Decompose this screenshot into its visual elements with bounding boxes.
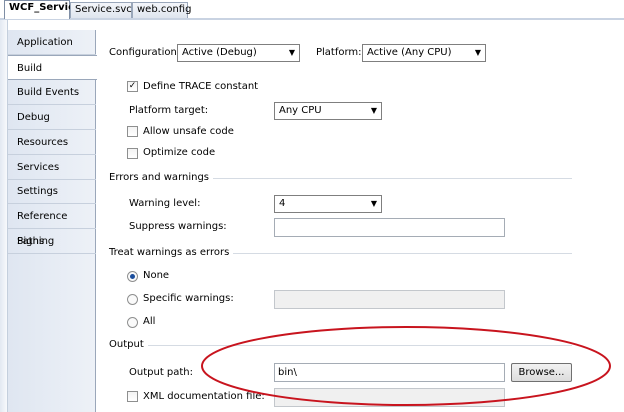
- doc-tab-wcf-service[interactable]: WCF_Service: [4, 0, 81, 19]
- side-tab-services[interactable]: Services: [8, 155, 96, 180]
- chevron-down-icon: ▼: [288, 48, 295, 57]
- section-divider: [109, 345, 572, 346]
- allow-unsafe-checkbox[interactable]: [127, 126, 138, 137]
- treat-warnings-heading: Treat warnings as errors: [109, 246, 234, 260]
- platform-label: Platform:: [316, 47, 362, 58]
- side-tab-build-events[interactable]: Build Events: [8, 80, 96, 105]
- specific-warnings-label: Specific warnings:: [143, 293, 234, 304]
- platform-value: Active (Any CPU): [367, 47, 452, 58]
- configuration-dropdown[interactable]: Active (Debug) ▼: [177, 44, 300, 62]
- output-path-label: Output path:: [129, 367, 194, 378]
- browse-button[interactable]: Browse...: [511, 363, 572, 382]
- suppress-warnings-input[interactable]: [274, 218, 505, 237]
- platform-dropdown[interactable]: Active (Any CPU) ▼: [362, 44, 486, 62]
- output-path-input[interactable]: bin\: [274, 363, 505, 382]
- side-tab-application[interactable]: Application: [8, 30, 96, 55]
- optimize-checkbox[interactable]: [127, 148, 138, 159]
- configuration-value: Active (Debug): [182, 47, 257, 58]
- none-radio-label: None: [143, 270, 170, 281]
- none-radio[interactable]: [127, 271, 138, 282]
- suppress-warnings-label: Suppress warnings:: [129, 221, 227, 232]
- specific-warnings-radio[interactable]: [127, 294, 138, 305]
- side-tab-settings[interactable]: Settings: [8, 179, 96, 204]
- define-trace-label: Define TRACE constant: [143, 81, 259, 92]
- errors-heading: Errors and warnings: [109, 171, 214, 185]
- warning-level-value: 4: [279, 198, 286, 209]
- specific-warnings-input[interactable]: [274, 290, 505, 309]
- xml-doc-checkbox[interactable]: [127, 391, 138, 402]
- side-tab-reference-paths[interactable]: Reference Paths: [8, 204, 96, 247]
- chevron-down-icon: ▼: [474, 48, 481, 57]
- build-settings-panel: Configuration: Active (Debug) ▼ Platform…: [97, 22, 624, 412]
- platform-target-value: Any CPU: [279, 105, 322, 116]
- side-tab-signing[interactable]: Signing: [8, 229, 96, 254]
- output-heading: Output: [109, 338, 148, 352]
- xml-doc-label: XML documentation file:: [143, 391, 265, 402]
- doc-tab-service-svc[interactable]: Service.svc*: [70, 2, 137, 18]
- side-tab-resources[interactable]: Resources: [8, 130, 96, 155]
- chevron-down-icon: ▼: [370, 106, 377, 115]
- configuration-label: Configuration:: [109, 47, 181, 58]
- frame-left-edge: [0, 20, 8, 412]
- xml-doc-input[interactable]: [274, 388, 505, 407]
- doc-tab-web-config[interactable]: web.config: [132, 2, 191, 18]
- all-radio[interactable]: [127, 317, 138, 328]
- all-radio-label: All: [143, 316, 156, 327]
- property-page-tabs: Application Build Build Events Debug Res…: [8, 30, 97, 412]
- warning-level-dropdown[interactable]: 4 ▼: [274, 195, 382, 213]
- chevron-down-icon: ▼: [370, 199, 377, 208]
- side-tab-build[interactable]: Build: [8, 55, 97, 80]
- warning-level-label: Warning level:: [129, 198, 201, 209]
- allow-unsafe-label: Allow unsafe code: [143, 126, 234, 137]
- define-trace-checkbox[interactable]: ✓: [127, 81, 138, 92]
- optimize-label: Optimize code: [143, 147, 216, 158]
- document-tab-strip: WCF_Service Service.svc* web.config: [0, 0, 624, 20]
- platform-target-dropdown[interactable]: Any CPU ▼: [274, 102, 382, 120]
- platform-target-label: Platform target:: [129, 105, 209, 116]
- side-tab-debug[interactable]: Debug: [8, 105, 96, 130]
